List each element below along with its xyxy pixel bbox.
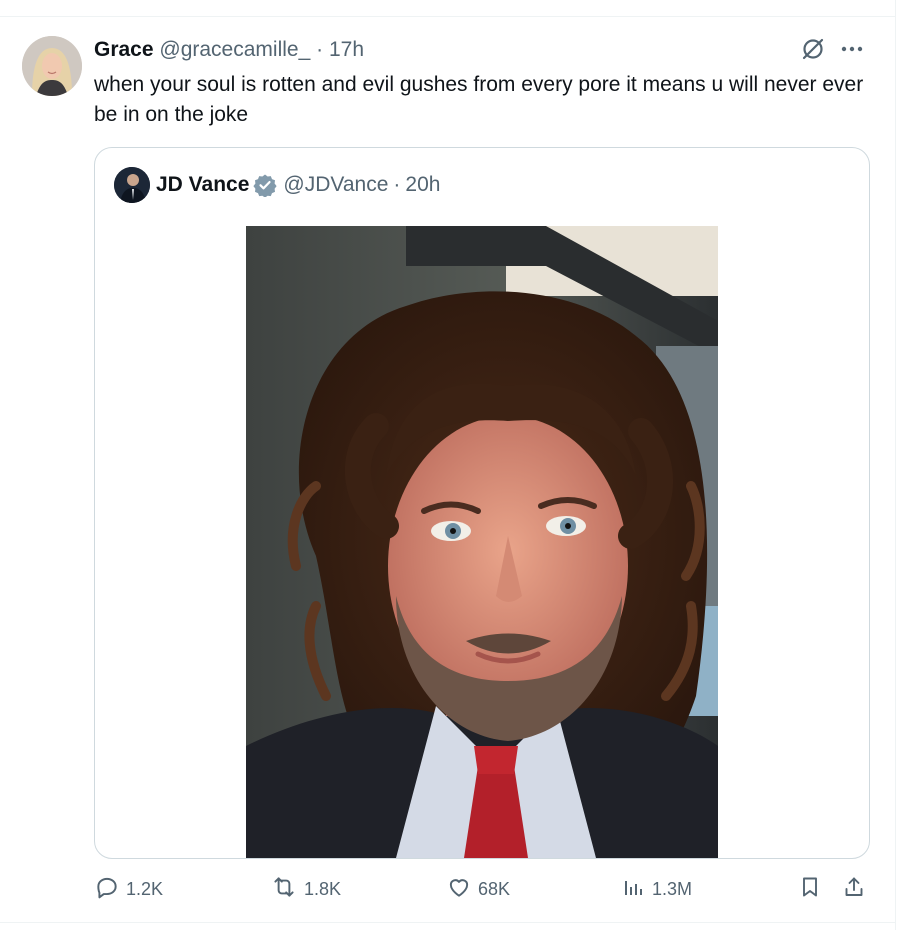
reply-count: 1.2K [126,879,164,899]
top-actions [800,36,864,62]
views-icon [622,874,646,905]
tweet-action-bar: 1.2K 1.8K 68K 1.3M [94,874,874,910]
repost-icon [270,874,298,905]
reply-button[interactable]: 1.2K [94,874,163,905]
quoted-tweet[interactable]: JD Vance @JDVance · 20h [94,147,870,859]
quote-author-handle[interactable]: @JDVance [283,173,388,197]
bookmark-icon [798,874,822,905]
bookmark-button[interactable] [798,874,822,905]
quote-media-photo[interactable] [246,226,718,858]
repost-button[interactable]: 1.8K [270,874,341,905]
bottom-divider [0,922,896,923]
top-divider [0,16,896,17]
views-count: 1.3M [652,879,693,899]
like-button[interactable]: 68K [446,874,510,905]
grok-icon[interactable] [800,36,826,62]
quote-separator: · [393,173,401,196]
more-icon[interactable] [840,45,864,53]
like-icon [446,874,472,905]
right-divider [895,0,896,930]
quote-author-name[interactable]: JD Vance [156,173,249,197]
like-count: 68K [478,879,511,899]
header-separator: · [316,38,324,61]
author-handle[interactable]: @gracecamille_ [159,38,310,61]
quote-header: JD Vance @JDVance · 20h [114,167,440,203]
tweet-text: when your soul is rotten and evil gushes… [94,73,864,126]
reply-icon [94,874,120,905]
quote-time[interactable]: 20h [405,173,440,197]
share-button[interactable] [842,874,866,905]
views-button[interactable]: 1.3M [622,874,692,905]
author-avatar[interactable] [22,36,82,96]
quote-author-avatar[interactable] [114,167,150,203]
tweet-header: Grace @gracecamille_ · 17h [94,37,364,63]
repost-count: 1.8K [304,879,342,899]
share-icon [842,874,866,905]
verified-badge-icon [253,173,278,197]
tweet-time[interactable]: 17h [329,38,364,61]
author-name[interactable]: Grace [94,38,154,61]
